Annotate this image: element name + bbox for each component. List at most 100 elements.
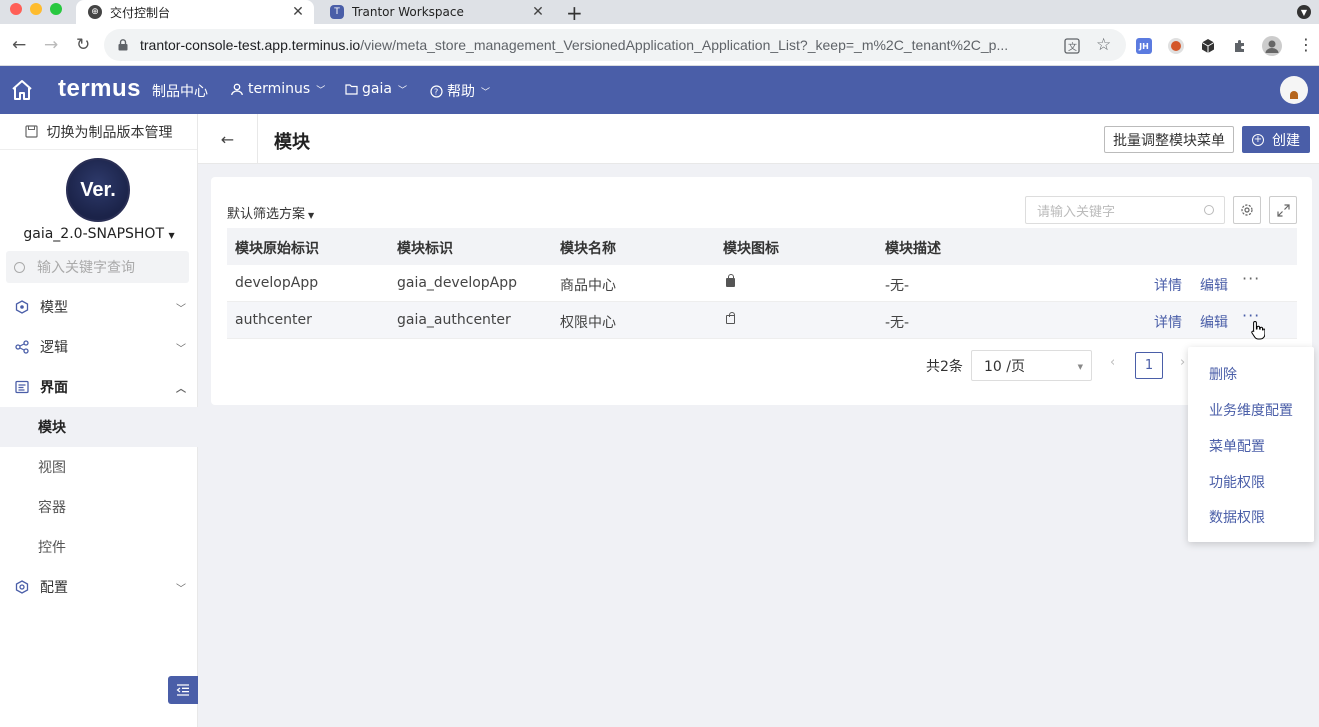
sidebar-item-interface[interactable]: 界面 ︿ <box>0 367 198 407</box>
share-nodes-icon <box>15 340 29 354</box>
extension-cube-icon[interactable] <box>1200 38 1216 54</box>
profile-avatar-icon[interactable] <box>1262 36 1282 56</box>
back-button[interactable]: ← <box>198 114 258 164</box>
svg-text:文: 文 <box>1068 41 1077 53</box>
switch-version-button[interactable]: 切换为制品版本管理 <box>0 114 197 150</box>
close-icon[interactable]: ✕ <box>290 4 306 20</box>
menu-item-function-permission[interactable]: 功能权限 <box>1209 472 1265 492</box>
user-icon <box>231 83 243 96</box>
brand-logo[interactable]: termus <box>58 75 141 103</box>
reload-icon[interactable]: ↻ <box>76 35 90 55</box>
help-circle-icon: ? <box>430 84 443 98</box>
browser-menu-icon[interactable]: ⋮ <box>1298 35 1314 54</box>
caret-down-icon: ▼ <box>1077 363 1083 371</box>
close-icon[interactable]: ✕ <box>530 4 546 20</box>
nav-help-dropdown[interactable]: ? 帮助 ﹀ <box>430 81 490 101</box>
caret-down-icon: ▼ <box>308 211 315 220</box>
nav-project-dropdown[interactable]: gaia ﹀ <box>345 81 407 97</box>
table-settings-button[interactable] <box>1233 196 1261 224</box>
window-close-button[interactable] <box>10 3 22 15</box>
forward-arrow-icon[interactable]: → <box>44 35 58 55</box>
page-size-select[interactable]: 10 /页 ▼ <box>971 350 1092 381</box>
plus-circle-icon: + <box>1252 133 1264 146</box>
browser-tab-workspace[interactable]: T Trantor Workspace ✕ <box>318 0 554 24</box>
bookmark-star-icon[interactable]: ☆ <box>1096 35 1111 55</box>
column-header: 模块图标 <box>723 241 779 257</box>
keyword-search-input[interactable]: 请输入关键字 <box>1025 196 1225 224</box>
sidebar-subitem-view[interactable]: 视图 <box>0 447 198 487</box>
column-header: 模块标识 <box>397 241 453 257</box>
version-selector[interactable]: gaia_2.0-SNAPSHOT ▼ <box>0 226 198 242</box>
page-title: 模块 <box>274 132 310 153</box>
page-number-button[interactable]: 1 <box>1135 352 1163 379</box>
lock-icon <box>118 39 128 51</box>
menu-item-menu-config[interactable]: 菜单配置 <box>1209 436 1265 456</box>
page-header: ← 模块 批量调整模块菜单 + 创建 <box>198 114 1319 164</box>
tab-title: 交付控制台 <box>110 5 171 20</box>
extensions-puzzle-icon[interactable] <box>1232 38 1248 54</box>
folder-icon <box>345 84 358 95</box>
chevron-up-icon: ︿ <box>176 383 186 395</box>
user-avatar[interactable] <box>1280 76 1308 104</box>
pagination-total: 共2条 <box>926 359 963 375</box>
cell-desc: -无- <box>885 278 910 294</box>
menu-item-data-permission[interactable]: 数据权限 <box>1209 507 1265 527</box>
prev-page-icon[interactable]: ‹ <box>1110 355 1115 370</box>
detail-link[interactable]: 详情 <box>1154 312 1182 332</box>
globe-icon: ⊕ <box>88 5 102 19</box>
create-button[interactable]: + 创建 <box>1242 126 1310 153</box>
search-icon <box>1204 205 1214 215</box>
new-tab-button[interactable]: + <box>566 1 583 25</box>
column-header: 模块描述 <box>885 241 941 257</box>
sidebar-search-input[interactable]: 输入关键字查询 <box>6 251 189 283</box>
sidebar-subitem-module[interactable]: 模块 <box>0 407 198 447</box>
column-header: 模块原始标识 <box>235 241 319 257</box>
address-bar[interactable]: trantor-console-test.app.terminus.io/vie… <box>104 29 1126 61</box>
detail-link[interactable]: 详情 <box>1154 275 1182 295</box>
table-row: authcenter gaia_authcenter 权限中心 -无- 详情 编… <box>227 302 1297 339</box>
fullscreen-button[interactable] <box>1269 196 1297 224</box>
nav-org-dropdown[interactable]: terminus ﹀ <box>230 81 325 97</box>
cell-desc: -无- <box>885 315 910 331</box>
chevron-down-icon: ﹀ <box>481 87 491 98</box>
more-actions-dropdown: 删除 业务维度配置 菜单配置 功能权限 数据权限 <box>1188 347 1314 542</box>
sidebar-item-logic[interactable]: 逻辑 ﹀ <box>0 327 198 367</box>
menu-fold-icon <box>176 684 189 696</box>
sidebar: 切换为制品版本管理 Ver. gaia_2.0-SNAPSHOT ▼ 输入关键字… <box>0 114 198 727</box>
edit-link[interactable]: 编辑 <box>1200 312 1228 332</box>
table-row: developApp gaia_developApp 商品中心 -无- 详情 编… <box>227 265 1297 302</box>
more-actions-icon[interactable]: ··· <box>1242 269 1260 288</box>
chevron-down-icon: ﹀ <box>176 583 186 595</box>
back-arrow-icon[interactable]: ← <box>12 35 26 55</box>
chevron-down-icon: ﹀ <box>176 303 186 315</box>
window-maximize-button[interactable] <box>50 3 62 15</box>
cell-raw-id: authcenter <box>235 312 312 328</box>
sidebar-subitem-container[interactable]: 容器 <box>0 487 198 527</box>
expand-icon <box>1276 203 1290 217</box>
edit-link[interactable]: 编辑 <box>1200 275 1228 295</box>
menu-item-delete[interactable]: 删除 <box>1209 364 1237 384</box>
sidebar-subitem-control[interactable]: 控件 <box>0 527 198 567</box>
home-icon[interactable] <box>10 79 34 101</box>
window-minimize-button[interactable] <box>30 3 42 15</box>
sidebar-collapse-button[interactable] <box>168 676 198 704</box>
batch-adjust-menu-button[interactable]: 批量调整模块菜单 <box>1104 126 1234 153</box>
hand-cursor-icon <box>1251 320 1266 340</box>
filter-scheme-dropdown[interactable]: 默认筛选方案 ▼ <box>227 203 314 222</box>
chevron-down-icon: ﹀ <box>397 85 407 96</box>
save-icon <box>24 125 38 138</box>
browser-tabbar: ⊕ 交付控制台 ✕ T Trantor Workspace ✕ + ▼ <box>0 0 1319 25</box>
extension-jh-icon[interactable]: JH <box>1136 38 1152 54</box>
translate-icon[interactable]: 文 <box>1064 38 1080 58</box>
menu-item-business-dimension[interactable]: 业务维度配置 <box>1209 400 1293 420</box>
sidebar-item-config[interactable]: 配置 ﹀ <box>0 567 198 607</box>
extension-record-icon[interactable] <box>1168 38 1184 54</box>
browser-tab-console[interactable]: ⊕ 交付控制台 ✕ <box>76 0 314 24</box>
next-page-icon[interactable]: › <box>1180 355 1185 370</box>
gear-icon <box>1241 204 1253 216</box>
table-header: 模块原始标识 模块标识 模块名称 模块图标 模块描述 <box>227 228 1297 265</box>
sidebar-item-model[interactable]: 模型 ﹀ <box>0 287 198 327</box>
column-header: 模块名称 <box>560 241 616 257</box>
tab-search-icon[interactable]: ▼ <box>1297 5 1311 19</box>
nav-product-center[interactable]: 制品中心 <box>152 81 208 101</box>
